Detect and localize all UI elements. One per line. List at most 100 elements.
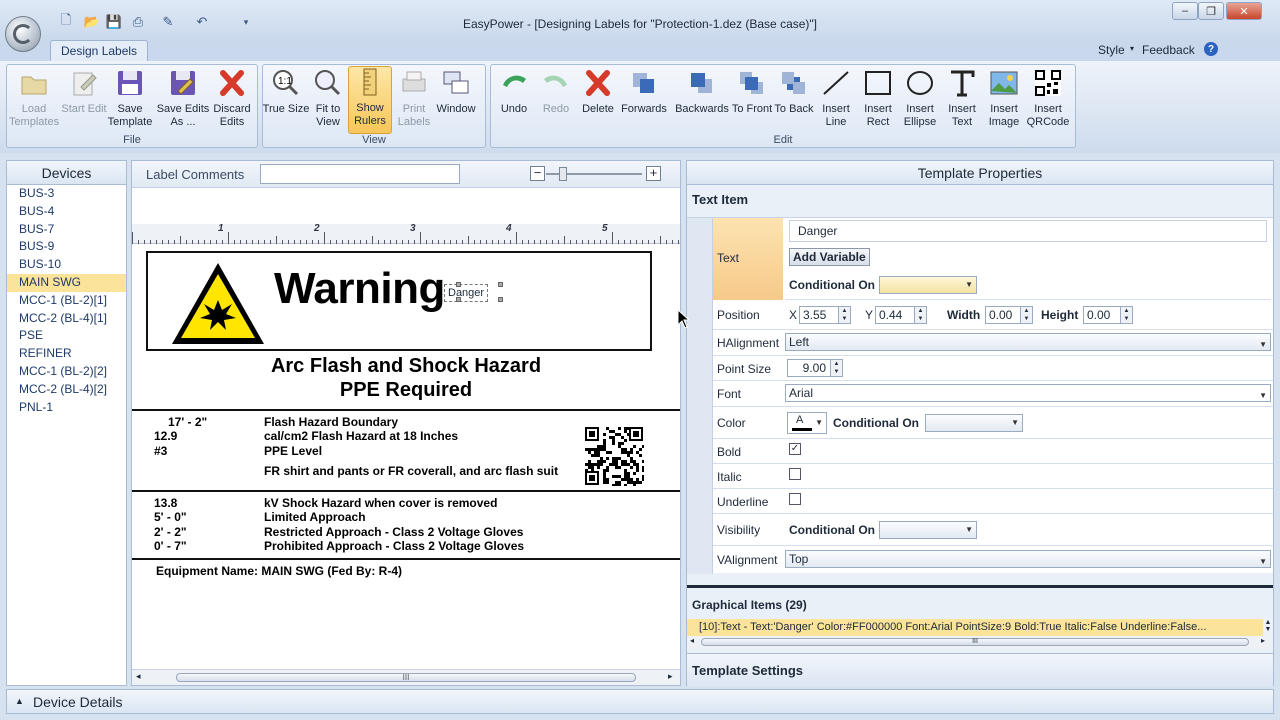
restricted-approach-text[interactable]: Restricted Approach - Class 2 Voltage Gl…	[264, 525, 523, 539]
device-list-item[interactable]: BUS-9	[7, 238, 126, 256]
graphical-items-hscrollbar[interactable]: ◂ III ▸	[687, 636, 1273, 649]
discard-edits-button[interactable]: Discard Edits	[208, 68, 256, 132]
device-list-item[interactable]: MCC-2 (BL-4)[2]	[7, 381, 126, 399]
scroll-right-icon[interactable]: ▸	[1261, 636, 1265, 645]
device-list-item[interactable]: PNL-1	[7, 399, 126, 417]
underline-checkbox[interactable]	[789, 493, 801, 505]
limited-approach-value[interactable]: 5' - 0"	[154, 510, 187, 524]
y-spinner[interactable]: 0.44 ▲ ▼	[875, 306, 927, 324]
print-icon[interactable]: ⎙	[130, 14, 146, 30]
load-templates-button[interactable]: Load Templates	[9, 68, 59, 132]
valignment-dropdown[interactable]: Top ▼	[785, 550, 1271, 568]
device-list-item[interactable]: BUS-3	[7, 185, 126, 203]
scroll-left-icon[interactable]: ◂	[136, 671, 141, 682]
restricted-approach-value[interactable]: 2' - 2"	[154, 525, 187, 539]
graphical-items-vscroll[interactable]: ▲ ▼	[1263, 619, 1273, 636]
ppe-description-text[interactable]: FR shirt and pants or FR coverall, and a…	[264, 464, 558, 478]
selection-handle[interactable]	[456, 282, 461, 287]
visibility-conditional-on-dropdown[interactable]: ▼	[879, 521, 977, 539]
label-qrcode[interactable]	[584, 426, 645, 489]
insert-ellipse-button[interactable]: Insert Ellipse	[896, 68, 944, 132]
backwards-button[interactable]: Backwards	[674, 68, 730, 132]
flash-boundary-text[interactable]: Flash Hazard Boundary	[264, 415, 398, 429]
danger-text-item-selected[interactable]: Danger	[444, 284, 488, 302]
spinner-arrows-icon[interactable]: ▲ ▼	[914, 307, 926, 323]
canvas-horizontal-scrollbar[interactable]: ◂ III ▸	[132, 669, 680, 685]
to-front-button[interactable]: To Front	[728, 68, 776, 132]
application-menu-button[interactable]	[5, 16, 41, 52]
device-list-item[interactable]: MCC-1 (BL-2)[1]	[7, 292, 126, 310]
undo-button[interactable]: Undo	[490, 68, 538, 132]
add-variable-button[interactable]: Add Variable	[789, 248, 870, 266]
redo-button[interactable]: Redo	[532, 68, 580, 132]
equipment-name-text[interactable]: Equipment Name: MAIN SWG (Fed By: R-4)	[156, 564, 402, 578]
style-dropdown-icon[interactable]: ▾	[1130, 44, 1134, 53]
minimize-button[interactable]: ‒	[1172, 2, 1198, 20]
device-list-item[interactable]: BUS-10	[7, 256, 126, 274]
feedback-menu[interactable]: Feedback	[1142, 43, 1195, 57]
insert-rect-button[interactable]: Insert Rect	[854, 68, 902, 132]
font-dropdown[interactable]: Arial ▼	[785, 384, 1271, 402]
save-edits-as-button[interactable]: Save Edits As ...	[156, 68, 210, 132]
customize-toolbar-icon[interactable]: ▾	[238, 14, 254, 30]
shock-hazard-value[interactable]: 13.8	[154, 496, 177, 510]
tab-design-labels[interactable]: Design Labels	[50, 40, 149, 61]
window-button[interactable]: Window	[432, 68, 480, 132]
flash-boundary-value[interactable]: 17' - 2"	[168, 415, 207, 429]
spinner-arrows-icon[interactable]: ▲ ▼	[1120, 307, 1132, 323]
selection-handle[interactable]	[498, 297, 503, 302]
device-details-bar[interactable]: ▲ Device Details	[6, 689, 1274, 714]
open-folder-icon[interactable]: 📂	[84, 14, 100, 30]
text-value-input[interactable]: Danger	[789, 220, 1267, 242]
template-settings-bar[interactable]: Template Settings	[687, 653, 1273, 687]
pointsize-spinner[interactable]: 9.00 ▲ ▼	[787, 359, 843, 377]
x-spinner[interactable]: 3.55 ▲ ▼	[799, 306, 851, 324]
spinner-arrows-icon[interactable]: ▲ ▼	[1020, 307, 1032, 323]
label-design-area[interactable]: Warning Danger Arc Flash and Shock Hazar…	[132, 244, 680, 669]
flash-hazard-value[interactable]: 12.9	[154, 429, 177, 443]
limited-approach-text[interactable]: Limited Approach	[264, 510, 366, 524]
print-labels-button[interactable]: Print Labels	[390, 68, 438, 132]
arc-flash-warning-icon[interactable]	[170, 260, 266, 349]
new-file-icon[interactable]: 🗋	[58, 12, 74, 30]
ppe-level-text[interactable]: PPE Level	[264, 444, 322, 458]
insert-text-button[interactable]: Insert Text	[938, 68, 986, 132]
zoom-in-button[interactable]: +	[646, 166, 661, 181]
scrollbar-thumb[interactable]: III	[701, 638, 1249, 646]
label-comments-input[interactable]	[260, 164, 460, 184]
start-edit-button[interactable]: Start Edit	[60, 68, 108, 132]
spinner-arrows-icon[interactable]: ▲ ▼	[830, 360, 842, 376]
divider-line[interactable]	[132, 490, 680, 492]
show-rulers-button[interactable]: Show Rulers	[348, 66, 392, 134]
shock-hazard-text[interactable]: kV Shock Hazard when cover is removed	[264, 496, 497, 510]
device-list-item[interactable]: BUS-7	[7, 221, 126, 239]
ppe-level-value[interactable]: #3	[154, 444, 167, 458]
halignment-dropdown[interactable]: Left ▼	[785, 333, 1271, 351]
graphical-item-row-selected[interactable]: [10]:Text - Text:'Danger' Color:#FF00000…	[687, 619, 1263, 636]
device-list-item[interactable]: MCC-1 (BL-2)[2]	[7, 363, 126, 381]
divider-line[interactable]	[132, 558, 680, 560]
prohibited-approach-value[interactable]: 0' - 7"	[154, 539, 187, 553]
selection-handle[interactable]	[456, 297, 461, 302]
height-spinner[interactable]: 0.00 ▲ ▼	[1083, 306, 1133, 324]
insert-line-button[interactable]: Insert Line	[812, 68, 860, 132]
width-spinner[interactable]: 0.00 ▲ ▼	[985, 306, 1033, 324]
fit-to-view-button[interactable]: Fit to View	[304, 68, 352, 132]
prohibited-approach-text[interactable]: Prohibited Approach - Class 2 Voltage Gl…	[264, 539, 524, 553]
scroll-right-icon[interactable]: ▸	[668, 671, 673, 682]
device-list-item[interactable]: MAIN SWG	[7, 273, 126, 292]
save-icon[interactable]: 💾	[106, 14, 122, 30]
collapse-chevron-icon[interactable]: ▲	[15, 696, 24, 706]
delete-button[interactable]: Delete	[574, 68, 622, 132]
device-list-item[interactable]: MCC-2 (BL-4)[1]	[7, 310, 126, 328]
forwards-button[interactable]: Forwards	[620, 68, 668, 132]
hazard-title[interactable]: Arc Flash and Shock Hazard PPE Required	[132, 354, 680, 402]
zoom-slider-thumb[interactable]	[559, 167, 567, 181]
device-list-item[interactable]: REFINER	[7, 345, 126, 363]
true-size-button[interactable]: 1:1 True Size	[262, 68, 310, 132]
undo-quick-icon[interactable]: ↶	[194, 14, 210, 30]
scroll-left-icon[interactable]: ◂	[690, 636, 694, 645]
bold-checkbox[interactable]: ✓	[789, 443, 801, 455]
text-conditional-on-dropdown[interactable]: ▼	[879, 276, 977, 294]
insert-image-button[interactable]: Insert Image	[980, 68, 1028, 132]
